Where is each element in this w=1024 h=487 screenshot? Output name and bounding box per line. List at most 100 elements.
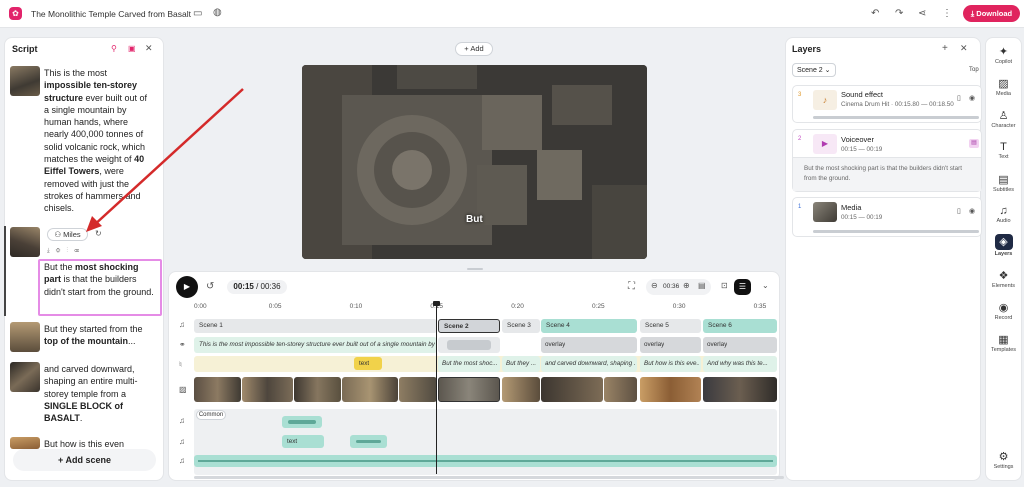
media-clip[interactable] [342,377,398,402]
voice-clip[interactable]: But how is this eve... [640,356,701,372]
media-clip[interactable] [703,377,777,402]
project-title[interactable]: The Monolithic Temple Carved from Basalt [31,9,191,19]
media-clip[interactable] [502,377,540,402]
replay-icon[interactable]: ↺ [206,281,214,292]
fit-icon[interactable]: ⊡ [721,281,728,290]
scene-thumbnail-5[interactable] [10,437,40,449]
video-preview[interactable]: But [302,65,647,259]
fullscreen-icon[interactable]: ⛶ [628,281,635,292]
media-clip[interactable] [604,377,637,402]
rail-layers[interactable]: ◈ Layers [986,234,1021,257]
voice-clip[interactable]: But the most shoc... [438,356,500,372]
caption-icon[interactable]: ▤ [698,281,706,290]
rail-record[interactable]: ◉ Record [986,301,1021,321]
layer-card-voiceover[interactable]: 2 ▶ Voiceover 00:15 — 00:19 ▤ But the mo… [792,129,982,192]
text-clip[interactable]: text [354,357,382,370]
scene-block[interactable]: Scene 4 [541,319,637,333]
sound-effect-clip[interactable] [350,435,387,448]
layout-icon[interactable]: ▣ [128,44,136,53]
pin-icon[interactable]: ⚲ [111,44,117,53]
more-icon[interactable]: ⋮ [942,8,952,19]
media-clip[interactable] [399,377,437,402]
script-item-5[interactable]: But how is this even [44,438,154,448]
overlay-clip[interactable]: overlay [703,337,777,353]
chevron-down-icon[interactable]: ⌄ [762,281,769,290]
add-layer-icon[interactable]: + [942,43,948,54]
script-text-run: . [79,413,83,424]
close-icon[interactable]: ✕ [145,43,153,54]
rail-elements[interactable]: ❖ Elements [986,269,1021,289]
background-music-clip[interactable] [194,455,777,467]
zoom-out-icon[interactable]: ⊖ [651,281,658,290]
playhead[interactable] [436,303,437,474]
lock-icon[interactable]: ▯ [957,94,961,102]
playhead-handle[interactable] [433,301,440,306]
play-button[interactable]: ▶ [176,276,198,298]
eye-icon[interactable]: ◉ [969,207,975,215]
rail-templates[interactable]: ▦ Templates [986,333,1021,353]
horizontal-scrollbar[interactable] [194,476,784,479]
record-icon: ◉ [998,302,1009,314]
voice-clip[interactable]: But they ... [502,356,540,372]
scene-thumbnail-3[interactable] [10,322,40,352]
media-clip[interactable] [541,377,603,402]
scene-block[interactable]: Scene 3 [502,319,540,333]
script-item-4[interactable]: and carved downward, shaping an entire m… [44,363,154,424]
globe-icon[interactable]: ◍ [213,7,222,18]
subtitle-clip[interactable]: This is the most impossible ten-storey s… [194,337,437,353]
media-clip[interactable] [194,377,241,402]
resize-handle[interactable] [467,268,483,270]
media-clip[interactable] [438,377,500,402]
scene-select[interactable]: Scene 2 ⌄ [792,63,836,77]
scene-track: Scene 1 Scene 2 Scene 3 Scene 4 Scene 5 … [194,319,777,333]
aspect-ratio-icon[interactable]: ▭ [193,8,202,19]
audio-text-clip[interactable]: text [282,435,324,448]
scene-block[interactable]: Scene 2 [438,319,500,333]
canvas-subtitle[interactable]: But [466,214,483,225]
media-clip[interactable] [294,377,341,402]
rail-media[interactable]: ▨ Media [986,77,1021,97]
undo-icon[interactable]: ↶ [871,8,879,19]
app-logo-icon[interactable]: ✿ [9,7,22,20]
rail-copilot[interactable]: ✦ Copilot [986,45,1021,65]
tracks-view-icon[interactable]: ☰ [734,279,751,295]
rail-audio[interactable]: ♫ Audio [986,205,1021,224]
rail-character[interactable]: ♙ Character [986,109,1021,129]
overlay-clip[interactable]: overlay [541,337,637,353]
caption-icon[interactable]: ▤ [969,139,979,148]
scene-block[interactable]: Scene 5 [640,319,701,333]
eye-icon[interactable]: ◉ [969,94,975,102]
close-icon[interactable]: ✕ [960,43,968,54]
waveform-icon [288,420,316,424]
rail-text[interactable]: T Text [986,141,1021,160]
script-item-3[interactable]: But they started from the top of the mou… [44,323,154,348]
voiceover-text-box[interactable]: But the most shocking part is that the b… [793,157,981,191]
overlay-clip[interactable]: overlay [640,337,701,353]
item-toolbar-icons[interactable]: ⤓⚙⋮⌫ [47,248,85,255]
ruler[interactable]: 0:000:050:100:150:200:250:300:35 [194,300,777,310]
layer-card-media[interactable]: 1 Media 00:15 — 00:19 ▯ ◉ [792,197,982,237]
add-scene-button[interactable]: + Add scene [13,449,156,471]
sound-effect-clip[interactable] [282,416,322,428]
script-item-2[interactable]: But the most shocking part is that the b… [44,261,154,298]
scene-thumbnail-1[interactable] [10,66,40,96]
scene-thumbnail-2[interactable] [10,227,40,257]
voice-clip[interactable]: and carved downward, shaping ... [541,356,637,372]
redo-icon[interactable]: ↷ [895,8,903,19]
rail-settings[interactable]: ⚙ Settings [986,450,1021,470]
download-button[interactable]: ⤓ Download [963,5,1020,22]
media-clip[interactable] [640,377,701,402]
zoom-in-icon[interactable]: ⊕ [683,281,690,290]
scene-block[interactable]: Scene 1 [194,319,437,333]
voice-clip[interactable]: And why was this te... [703,356,777,372]
share-icon[interactable]: ⋖ [918,8,926,19]
add-element-button[interactable]: + Add [455,42,493,56]
audio-clip[interactable] [438,337,500,353]
media-clip[interactable] [242,377,293,402]
active-indicator [4,226,6,316]
rail-subtitles[interactable]: ▤ Subtitles [986,173,1021,193]
layer-card-sound-effect[interactable]: 3 ♪ Sound effect Cinema Drum Hit · 00:15… [792,85,982,123]
scene-block[interactable]: Scene 6 [703,319,777,333]
scene-thumbnail-4[interactable] [10,362,40,392]
lock-icon[interactable]: ▯ [957,207,961,215]
